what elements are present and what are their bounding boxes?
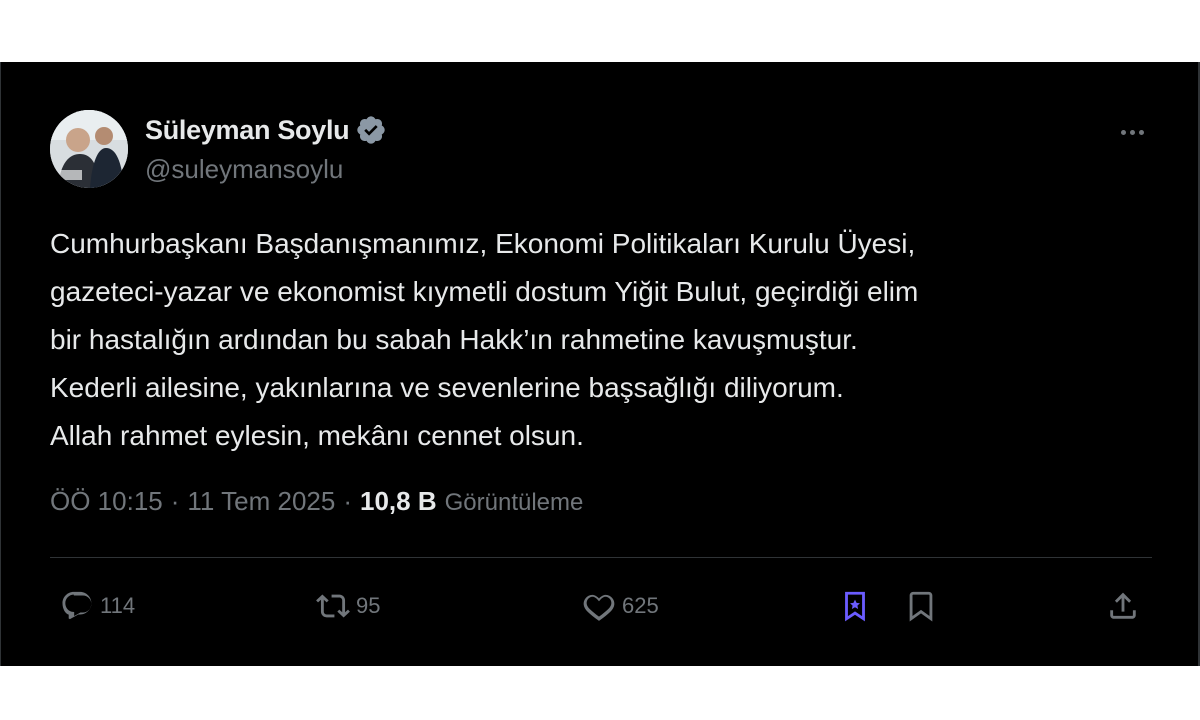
tweet-meta: ÖÖ 10:15 · 11 Tem 2025 · 10,8 B Görüntül…	[50, 486, 583, 517]
meta-separator: ·	[343, 486, 353, 516]
more-horizontal-icon[interactable]	[1112, 120, 1152, 144]
author-handle[interactable]: @suleymansoylu	[145, 154, 343, 185]
repost-count: 95	[356, 593, 381, 618]
grok-icon	[845, 591, 865, 622]
share-button[interactable]	[1106, 582, 1140, 630]
reply-bubble-icon	[62, 591, 92, 620]
views-count: 10,8 B	[360, 486, 437, 516]
grok-button[interactable]	[838, 582, 872, 630]
tweet-date[interactable]: 11 Tem 2025	[187, 486, 335, 517]
share-icon	[1110, 592, 1136, 619]
card-border-left	[0, 62, 1, 666]
repost-icon	[316, 594, 350, 618]
heart-icon	[583, 594, 615, 621]
reply-count: 114	[100, 593, 136, 618]
tweet-time[interactable]: ÖÖ 10:15	[50, 486, 163, 517]
divider	[50, 557, 1152, 558]
bookmark-icon	[909, 591, 933, 622]
tweet-card: Süleyman Soylu @suleymansoylu Cumhurbaşk…	[0, 62, 1200, 666]
like-button[interactable]: 625	[582, 582, 659, 630]
repost-button[interactable]: 95	[316, 582, 380, 630]
like-count: 625	[622, 593, 659, 618]
views-label: Görüntüleme	[444, 489, 584, 516]
verified-badge-icon	[357, 116, 386, 144]
tweet-text: Cumhurbaşkanı Başdanışmanımız, Ekonomi P…	[50, 228, 919, 451]
author-row: Süleyman Soylu	[145, 114, 387, 146]
author-name[interactable]: Süleyman Soylu	[145, 115, 350, 146]
action-bar: 114 95 625	[0, 582, 1200, 630]
reply-button[interactable]: 114	[60, 582, 135, 630]
bookmark-button[interactable]	[904, 582, 938, 630]
avatar[interactable]	[50, 110, 128, 188]
meta-separator: ·	[170, 486, 180, 516]
